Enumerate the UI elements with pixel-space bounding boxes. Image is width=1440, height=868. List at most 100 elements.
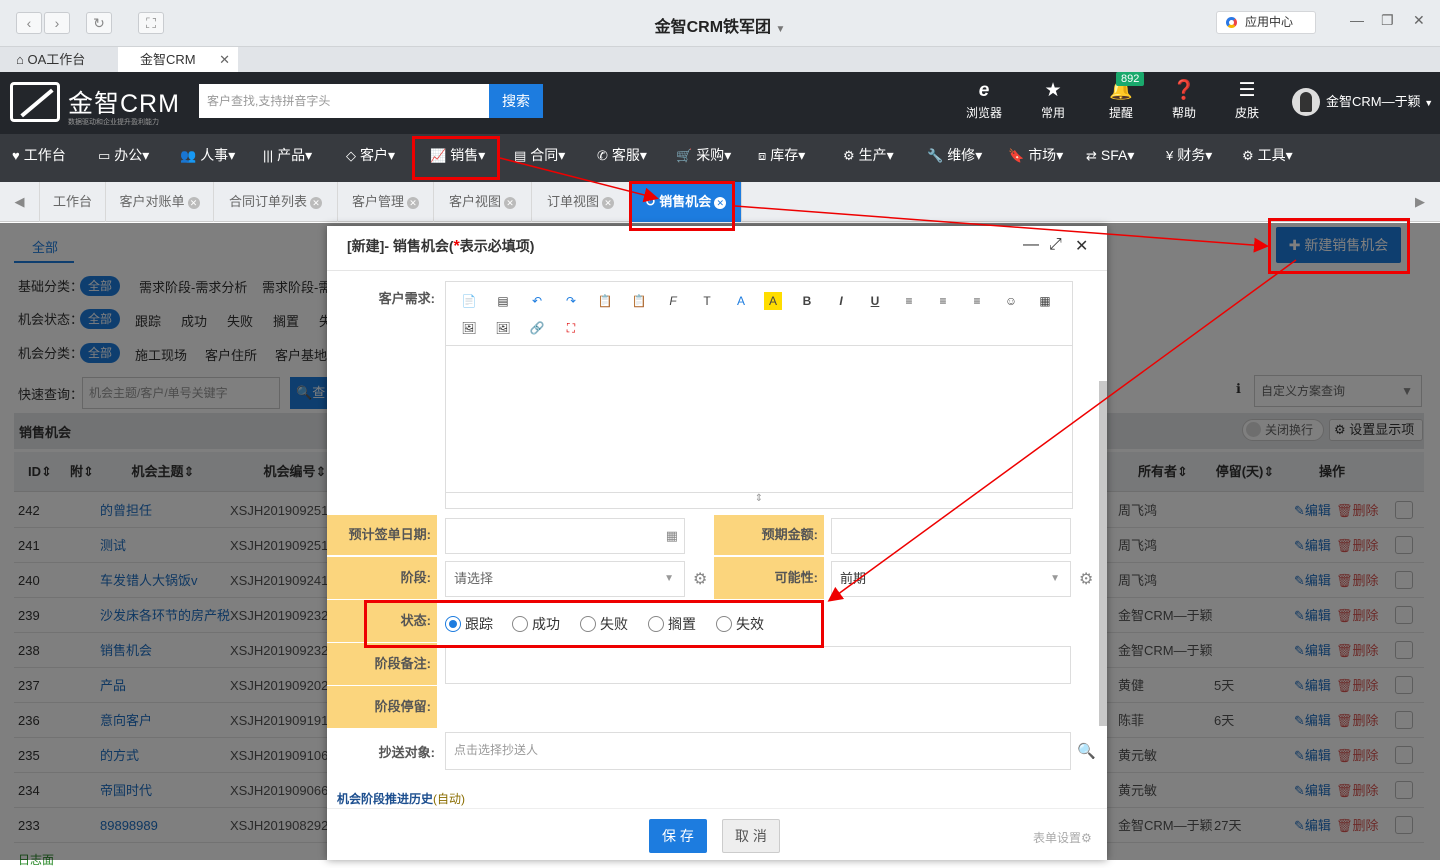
tab-workbench[interactable]: 工作台 — [40, 182, 106, 222]
underline-icon[interactable]: U — [866, 292, 884, 310]
editor-resize-handle[interactable]: ⇕ — [446, 492, 1072, 508]
menu-customers[interactable]: ◇ 客户▾ — [346, 134, 395, 182]
new-sales-opportunity-dialog: [新建]- 销售机会(*表示必填项) — ⤢ ✕ 客户需求: 📄 ▤ ↶ ↷ 📋… — [327, 226, 1107, 860]
menu-repair[interactable]: 🔧 维修▾ — [927, 134, 982, 182]
refresh-icon[interactable]: ↻ — [86, 12, 112, 34]
amount-label: 预期金额: — [714, 515, 824, 555]
tab-customer-management[interactable]: 客户管理 ✕ — [338, 182, 434, 222]
undo-icon[interactable]: ↶ — [528, 292, 546, 310]
image-icon[interactable]: 🖼 — [460, 319, 478, 337]
tab-order-view[interactable]: 订单视图 ✕ — [532, 182, 630, 222]
gear-icon[interactable]: ⚙ — [1079, 569, 1093, 589]
align-right-icon[interactable]: ≡ — [968, 292, 986, 310]
amount-input[interactable] — [831, 518, 1071, 554]
bold-icon[interactable]: B — [798, 292, 816, 310]
browser-tabs: ⌂ OA工作台 金智CRM ✕ — [0, 46, 1440, 73]
menu-market[interactable]: 🔖 市场▾ — [1008, 134, 1063, 182]
browser-tab-crm[interactable]: 金智CRM ✕ — [118, 47, 238, 73]
menu-finance[interactable]: ¥ 财务▾ — [1166, 134, 1212, 182]
search-icon[interactable]: 🔍 — [1077, 742, 1096, 760]
template-icon[interactable]: ▤ — [494, 292, 512, 310]
close-icon[interactable]: ✕ — [1075, 236, 1088, 256]
menu-service[interactable]: ✆ 客服▾ — [597, 134, 647, 182]
menu-office[interactable]: ▭ 办公▾ — [98, 134, 149, 182]
reminder-shortcut[interactable]: 🔔 提醒 — [1091, 80, 1151, 121]
menu-sfa[interactable]: ⇄ SFA▾ — [1086, 134, 1134, 182]
tab-contract-orders[interactable]: 合同订单列表 ✕ — [214, 182, 338, 222]
browser-tab-oa[interactable]: ⌂ OA工作台 — [0, 47, 118, 73]
search-button[interactable]: 搜索 — [489, 84, 543, 118]
close-tab-icon[interactable]: ✕ — [602, 197, 614, 209]
font-size-icon[interactable]: T — [698, 292, 716, 310]
minimize-icon[interactable]: — — [1350, 12, 1364, 28]
stage-select[interactable]: 请选择 ▼ — [445, 561, 685, 597]
tabs-scroll-right-icon[interactable]: ▶ — [1400, 182, 1440, 222]
redo-icon[interactable]: ↷ — [562, 292, 580, 310]
gear-icon[interactable]: ⚙ — [693, 569, 707, 589]
scrollbar[interactable] — [1099, 381, 1107, 726]
menu-inventory[interactable]: ⧈ 库存▾ — [758, 134, 805, 182]
dialog-title-suffix: 表示必填项) — [459, 238, 535, 254]
skin-shortcut[interactable]: ☰ 皮肤 — [1217, 80, 1277, 121]
menu-production[interactable]: ⚙ 生产▾ — [843, 134, 894, 182]
title-dropdown-icon[interactable]: ▼ — [776, 24, 786, 35]
source-icon[interactable]: 📄 — [460, 292, 478, 310]
align-left-icon[interactable]: ≡ — [900, 292, 918, 310]
table-icon[interactable]: ▦ — [1036, 292, 1054, 310]
browser-shortcut[interactable]: e 浏览器 — [954, 80, 1014, 121]
cc-input[interactable]: 点击选择抄送人 — [445, 732, 1071, 770]
tab-label: 工作台 — [52, 194, 92, 209]
fullscreen-icon[interactable]: ⛶ — [138, 12, 164, 34]
tab-customer-statement[interactable]: 客户对账单 ✕ — [106, 182, 214, 222]
close-window-icon[interactable]: ✕ — [1413, 12, 1425, 29]
minimize-icon[interactable]: — — [1023, 236, 1039, 254]
cancel-button[interactable]: 取 消 — [722, 819, 780, 853]
restore-icon[interactable]: ❐ — [1381, 12, 1394, 29]
customer-needs-editor[interactable]: 📄 ▤ ↶ ↷ 📋 📋 F T A A B I U ≡ ≡ ≡ ☺ ▦ 🖼 🖼 … — [445, 281, 1073, 509]
italic-icon[interactable]: I — [832, 292, 850, 310]
font-color-icon[interactable]: A — [732, 292, 750, 310]
sign-date-input[interactable]: ▦ — [445, 518, 685, 554]
menu-hr[interactable]: 👥 人事▾ — [180, 134, 235, 182]
form-settings-button[interactable]: 表单设置⚙ — [1033, 829, 1092, 846]
menu-workbench[interactable]: ♥ 工作台 — [12, 134, 66, 182]
menu-purchase[interactable]: 🛒 采购▾ — [676, 134, 731, 182]
app-center-button[interactable]: 应用中心 — [1216, 11, 1316, 34]
menu-tools[interactable]: ⚙ 工具▾ — [1242, 134, 1293, 182]
fullscreen-icon[interactable]: ⛶ — [562, 319, 580, 337]
menu-products[interactable]: ||| 产品▾ — [263, 134, 312, 182]
possibility-select[interactable]: 前期 ▼ — [831, 561, 1071, 597]
skin-label: 皮肤 — [1234, 106, 1259, 120]
favorites-shortcut[interactable]: ★ 常用 — [1023, 80, 1083, 121]
customer-search-input[interactable]: 客户查找,支持拼音字头 — [199, 84, 489, 118]
tab-customer-view[interactable]: 客户视图 ✕ — [434, 182, 532, 222]
possibility-label: 可能性: — [714, 557, 824, 599]
multi-image-icon[interactable]: 🖼 — [494, 319, 512, 337]
paste-word-icon[interactable]: 📋 — [630, 292, 648, 310]
close-tab-icon[interactable]: ✕ — [504, 197, 516, 209]
align-center-icon[interactable]: ≡ — [934, 292, 952, 310]
forward-icon[interactable]: › — [44, 12, 70, 34]
stage-note-input[interactable] — [445, 646, 1071, 684]
stage-history-link[interactable]: 机会阶段推进历史(自动) — [337, 790, 465, 807]
tabs-scroll-left-icon[interactable]: ◀ — [0, 182, 40, 222]
paste-icon[interactable]: 📋 — [596, 292, 614, 310]
tab-label: 客户对账单 — [119, 194, 185, 209]
emoticon-icon[interactable]: ☺ — [1002, 292, 1020, 310]
menu-contracts[interactable]: ▤ 合同▾ — [514, 134, 565, 182]
menu-label: 市场 — [1028, 147, 1057, 163]
highlight-icon[interactable]: A — [764, 292, 782, 310]
home-icon: ⌂ — [16, 52, 24, 67]
close-tab-icon[interactable]: ✕ — [310, 197, 322, 209]
help-shortcut[interactable]: ❓ 帮助 — [1154, 80, 1214, 121]
save-button[interactable]: 保 存 — [649, 819, 707, 853]
close-tab-icon[interactable]: ✕ — [187, 197, 200, 209]
calendar-icon[interactable]: ▦ — [666, 519, 678, 553]
font-family-icon[interactable]: F — [664, 292, 682, 310]
link-icon[interactable]: 🔗 — [528, 319, 546, 337]
close-tab-icon[interactable]: ✕ — [219, 47, 230, 72]
back-icon[interactable]: ‹ — [16, 12, 42, 34]
close-tab-icon[interactable]: ✕ — [407, 197, 419, 209]
user-menu[interactable]: 金智CRM—于颖 ▼ — [1292, 88, 1433, 117]
maximize-icon[interactable]: ⤢ — [1049, 236, 1062, 254]
